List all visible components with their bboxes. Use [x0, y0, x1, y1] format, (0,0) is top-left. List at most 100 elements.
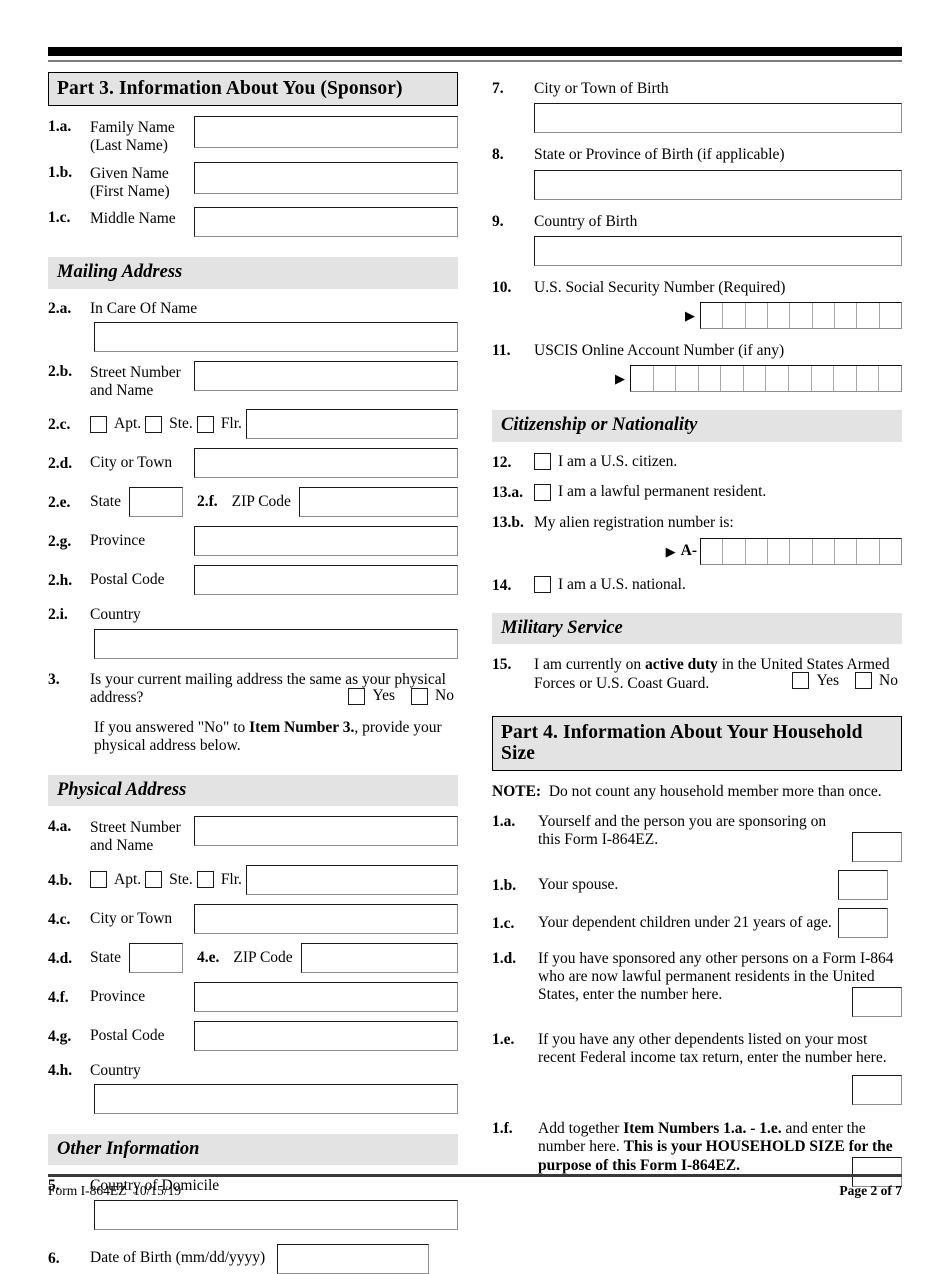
field-label-line2: (Last Name)	[90, 137, 168, 155]
household-count-1c-input[interactable]	[838, 907, 888, 938]
checkbox-address-same-yes[interactable]	[348, 687, 366, 705]
header-rule-thin	[48, 60, 902, 62]
item-number: 3.	[48, 670, 60, 688]
field-label: Province	[90, 987, 146, 1005]
checkbox-active-duty-no[interactable]	[855, 672, 873, 690]
footer-form-info: Form I-864EZ 10/15/19	[48, 1183, 181, 1199]
physical-province-input[interactable]	[194, 981, 458, 1012]
checkbox-ste[interactable]	[145, 415, 163, 433]
city-of-birth-input[interactable]	[534, 103, 902, 134]
physical-city-input[interactable]	[194, 903, 458, 934]
mailing-country-input[interactable]	[94, 628, 458, 659]
item-number: 1.c.	[48, 209, 71, 227]
country-of-domicile-input[interactable]	[94, 1199, 458, 1230]
field-label: State or Province of Birth (if applicabl…	[534, 146, 785, 164]
field-label: Middle Name	[90, 210, 176, 228]
checkbox-lawful-permanent-resident[interactable]	[534, 483, 551, 501]
uscis-account-input[interactable]	[630, 365, 902, 393]
alien-registration-input[interactable]	[700, 537, 902, 565]
item-number: 4.b.	[48, 871, 73, 889]
physical-postal-input[interactable]	[194, 1020, 458, 1051]
active-duty-text-pre: I am currently on	[534, 656, 646, 674]
checkbox-apt[interactable]	[90, 871, 107, 889]
right-column: 7. City or Town of Birth 8. State or Pro…	[492, 72, 902, 1187]
instruction-pre: If you answered "No" to	[94, 719, 250, 737]
item-number: 2.f.	[197, 493, 218, 511]
household-total-text: Add together Item Numbers 1.a. - 1.e. an…	[538, 1118, 902, 1175]
checkbox-no-label: No	[435, 687, 454, 705]
field-mailing-country: 2.i. Country	[48, 604, 458, 624]
state-label: State	[90, 493, 121, 511]
mailing-city-input[interactable]	[194, 448, 458, 479]
lawful-permanent-resident-label: I am a lawful permanent resident.	[558, 483, 767, 501]
field-label: City or Town	[90, 454, 173, 472]
field-label-line1: Given Name	[90, 164, 169, 182]
total-text-pre: Add together	[538, 1120, 624, 1138]
country-of-birth-input[interactable]	[534, 235, 902, 266]
physical-country-input[interactable]	[94, 1083, 458, 1114]
right-arrow-icon: ▶	[665, 543, 676, 559]
checkbox-flr[interactable]	[196, 871, 214, 889]
household-item-1d: 1.d. If you have sponsored any other per…	[492, 948, 902, 1005]
field-label: Street Number and Name	[90, 361, 194, 401]
state-label: State	[90, 948, 121, 966]
form-page: Part 3. Information About You (Sponsor) …	[0, 0, 950, 1274]
state-of-birth-input[interactable]	[534, 169, 902, 200]
mailing-province-input[interactable]	[194, 526, 458, 557]
left-column: Part 3. Information About You (Sponsor) …	[48, 72, 458, 1274]
field-label: In Care Of Name	[90, 299, 198, 317]
checkbox-flr[interactable]	[196, 415, 214, 433]
checkbox-us-citizen[interactable]	[534, 453, 551, 471]
mailing-street-input[interactable]	[194, 360, 458, 391]
household-count-1b-input[interactable]	[838, 869, 888, 900]
family-name-input[interactable]	[194, 116, 458, 149]
part3-header: Part 3. Information About You (Sponsor)	[48, 72, 458, 107]
field-label-line1: Family Name	[90, 119, 175, 137]
household-item-1f: 1.f. Add together Item Numbers 1.a. - 1.…	[492, 1118, 902, 1175]
item-number: 2.h.	[48, 572, 73, 590]
checkbox-no-label: No	[879, 671, 898, 689]
address-same-question-text: Is your current mailing address the same…	[90, 670, 446, 706]
field-mailing-street: 2.b. Street Number and Name	[48, 360, 458, 401]
physical-unit-input[interactable]	[245, 864, 458, 895]
household-count-1e-input[interactable]	[852, 1075, 902, 1106]
checkbox-ste-label: Ste.	[169, 415, 193, 433]
alien-number-entry: ▶ A-	[492, 537, 902, 565]
field-label: USCIS Online Account Number (if any)	[534, 342, 785, 360]
household-item-1b: 1.b. Your spouse.	[492, 869, 902, 900]
given-name-input[interactable]	[194, 161, 458, 194]
physical-street-input[interactable]	[194, 816, 458, 847]
mailing-zip-input[interactable]	[298, 487, 458, 518]
date-of-birth-input[interactable]	[277, 1243, 430, 1274]
mailing-postal-input[interactable]	[194, 565, 458, 596]
field-label-line2: and Name	[90, 382, 154, 400]
checkbox-address-same-no[interactable]	[411, 687, 429, 705]
field-physical-state-zip: 4.d. State 4.e. ZIP Code	[48, 942, 458, 973]
field-label: City or Town	[90, 909, 173, 927]
field-state-of-birth: 8. State or Province of Birth (if applic…	[492, 144, 902, 164]
household-item-text: Yourself and the person you are sponsori…	[538, 813, 827, 849]
ssn-input[interactable]	[700, 302, 902, 330]
physical-state-input[interactable]	[129, 942, 183, 973]
checkbox-active-duty-yes[interactable]	[792, 672, 810, 690]
checkbox-ste[interactable]	[145, 871, 163, 889]
item-number: 4.c.	[48, 910, 71, 928]
field-label: Country of Birth	[534, 212, 638, 230]
household-item-text: Your spouse.	[538, 875, 619, 893]
checkbox-apt-label: Apt.	[114, 870, 142, 888]
uscis-entry: ▶	[492, 365, 902, 393]
mailing-state-input[interactable]	[129, 487, 183, 518]
item-number: 8.	[492, 146, 504, 164]
middle-name-input[interactable]	[194, 207, 458, 238]
mailing-unit-input[interactable]	[245, 409, 458, 440]
household-item-text: If you have sponsored any other persons …	[538, 949, 894, 1004]
checkbox-us-national[interactable]	[534, 576, 551, 594]
in-care-of-input[interactable]	[94, 321, 458, 352]
field-given-name: 1.b. Given Name (First Name)	[48, 161, 458, 202]
checkbox-apt[interactable]	[90, 415, 107, 433]
field-in-care-of: 2.a. In Care Of Name	[48, 298, 458, 318]
household-count-1a-input[interactable]	[852, 831, 902, 862]
physical-zip-input[interactable]	[300, 942, 458, 973]
item-number: 4.d.	[48, 949, 73, 967]
household-item-1c: 1.c. Your dependent children under 21 ye…	[492, 907, 902, 938]
